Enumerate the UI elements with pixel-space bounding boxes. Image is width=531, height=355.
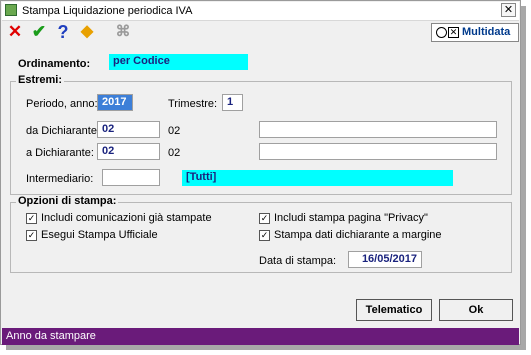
- app-icon: [5, 4, 17, 16]
- cancel-icon[interactable]: ✕: [5, 22, 25, 42]
- da-dichiarante-desc: 02: [168, 125, 181, 137]
- confirm-icon[interactable]: ✔: [29, 22, 49, 42]
- ordinamento-field[interactable]: per Codice: [109, 54, 248, 70]
- intermediario-label: Intermediario:: [26, 173, 94, 185]
- brand-box-icon: ✕: [448, 27, 459, 38]
- a-dichiarante-label: a Dichiarante:: [26, 147, 94, 159]
- help-icon[interactable]: ?: [53, 22, 73, 42]
- estremi-title: Estremi:: [16, 74, 65, 86]
- a-dichiarante-code-input[interactable]: 02: [97, 143, 160, 160]
- includi-privacy-checkbox[interactable]: ✓: [259, 213, 270, 224]
- ordinamento-label: Ordinamento:: [18, 58, 91, 70]
- close-button[interactable]: ✕: [501, 3, 516, 17]
- a-dichiarante-desc: 02: [168, 147, 181, 159]
- dialog-window: Stampa Liquidazione periodica IVA ✕ ✕ ✔ …: [0, 0, 521, 345]
- trimestre-label: Trimestre:: [168, 98, 218, 110]
- intermediario-code-input[interactable]: [102, 169, 160, 186]
- brand-logo: ✕ Multidata: [431, 23, 519, 42]
- stampa-margine-checkbox[interactable]: ✓: [259, 230, 270, 241]
- da-dichiarante-name-field[interactable]: [259, 121, 497, 138]
- esegui-stampa-ufficiale-label: Esegui Stampa Ufficiale: [41, 229, 158, 241]
- stampa-margine-label: Stampa dati dichiarante a margine: [274, 229, 442, 241]
- brand-circle-icon: [436, 27, 447, 38]
- includi-comunicazioni-label: Includi comunicazioni già stampate: [41, 212, 212, 224]
- includi-privacy-label: Includi stampa pagina "Privacy": [274, 212, 428, 224]
- status-bar: Anno da stampare: [2, 328, 519, 345]
- window-title: Stampa Liquidazione periodica IVA: [22, 5, 193, 17]
- esegui-stampa-ufficiale-checkbox[interactable]: ✓: [26, 230, 37, 241]
- anno-input[interactable]: 2017: [97, 94, 133, 111]
- title-bar: Stampa Liquidazione periodica IVA ✕: [2, 2, 519, 21]
- brand-name: Multidata: [462, 26, 511, 38]
- telematico-button[interactable]: Telematico: [356, 299, 432, 321]
- da-dichiarante-code-input[interactable]: 02: [97, 121, 160, 138]
- binoculars-icon[interactable]: ⌘: [113, 22, 133, 42]
- trimestre-input[interactable]: 1: [222, 94, 243, 111]
- periodo-label: Periodo, anno:: [26, 98, 98, 110]
- data-stampa-label: Data di stampa:: [259, 255, 337, 267]
- window-shadow-right: [521, 6, 526, 350]
- window-shadow-bottom: [6, 345, 526, 350]
- da-dichiarante-label: da Dichiarante:: [26, 125, 100, 137]
- opzioni-title: Opzioni di stampa:: [16, 195, 119, 207]
- includi-comunicazioni-checkbox[interactable]: ✓: [26, 213, 37, 224]
- tool-icon[interactable]: ◆: [77, 22, 97, 42]
- ok-button[interactable]: Ok: [439, 299, 513, 321]
- intermediario-field[interactable]: [Tutti]: [182, 170, 453, 186]
- data-stampa-input[interactable]: 16/05/2017: [348, 251, 422, 268]
- a-dichiarante-name-field[interactable]: [259, 143, 497, 160]
